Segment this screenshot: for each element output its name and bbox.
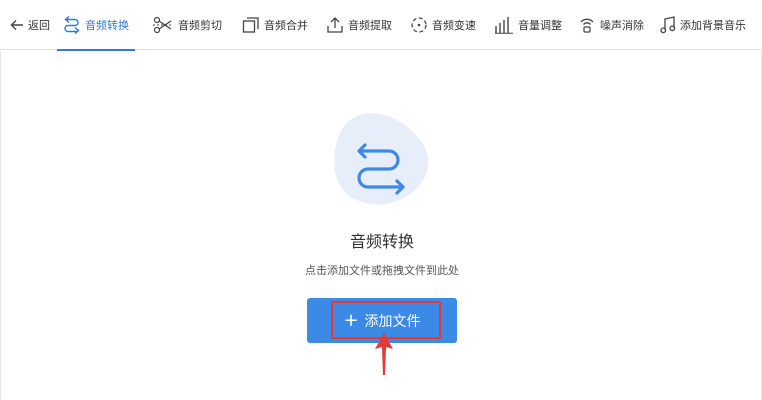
add-file-label: 添加文件 [364,313,421,330]
tab-audio-cut[interactable]: 音频剪切 [152,0,222,50]
top-toolbar: 返回 音频转换 音频剪切 音频合并 音频提取 音频变速 音量调整 噪声消除 添加… [0,0,762,51]
tab-add-bgm[interactable]: 添加背景音乐 [660,0,746,50]
upload-icon [327,17,343,33]
tab-label: 音频提取 [348,19,392,32]
convert-arrows-icon [64,16,80,34]
noise-wave-icon [580,18,594,33]
plus-icon: + [343,309,359,331]
tab-noise-removal[interactable]: 噪声消除 [578,0,644,50]
audio-convert-hero-icon [334,113,429,205]
drop-hint-text: 点击添加文件或拖拽文件到此处 [305,264,459,277]
tab-label: 音频变速 [432,19,476,32]
scissors-icon [153,16,173,34]
arrow-left-icon [10,20,23,30]
page-title: 音频转换 [349,232,414,251]
tab-label: 音量调整 [518,19,562,32]
tab-audio-convert[interactable]: 音频转换 [57,0,135,51]
tab-audio-extract[interactable]: 音频提取 [326,0,392,50]
back-label: 返回 [28,19,50,32]
tab-label: 噪声消除 [600,19,644,32]
tab-volume-adjust[interactable]: 音量调整 [494,0,562,50]
tab-label: 音频转换 [85,19,129,32]
back-button[interactable]: 返回 [10,0,50,50]
add-file-button[interactable]: + 添加文件 [307,298,457,343]
tab-label: 音频合并 [264,19,308,32]
merge-icon [242,17,259,33]
tab-label: 添加背景音乐 [680,19,746,32]
tab-audio-speed[interactable]: 音频变速 [410,0,476,50]
tab-label: 音频剪切 [178,19,222,32]
music-note-icon [660,16,676,34]
drop-zone[interactable]: 音频转换 点击添加文件或拖拽文件到此处 + 添加文件 [0,51,762,400]
tab-audio-merge[interactable]: 音频合并 [242,0,308,50]
volume-bars-icon [495,17,513,34]
speed-circle-icon [411,17,427,33]
